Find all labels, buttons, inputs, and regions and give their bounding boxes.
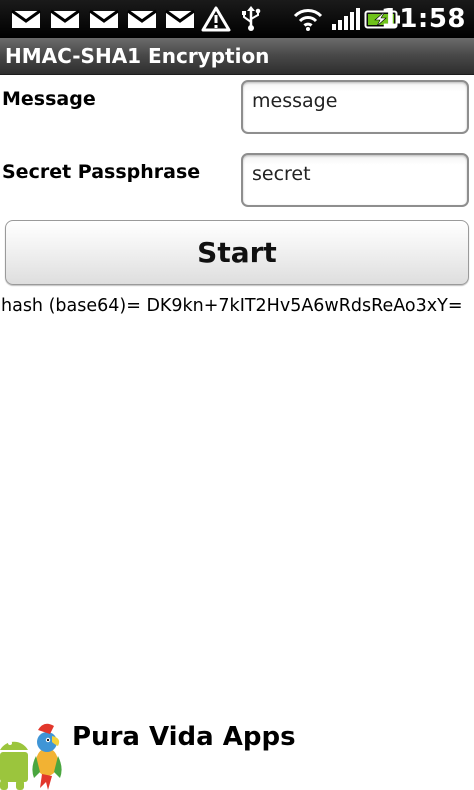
app-title: HMAC-SHA1 Encryption: [5, 44, 270, 68]
wifi-icon: [293, 9, 323, 31]
passphrase-label: Secret Passphrase: [2, 161, 201, 183]
gmail-icon: [165, 9, 195, 28]
gmail-icon: [11, 9, 41, 28]
gmail-icon: [89, 9, 119, 28]
hash-result: hash (base64)= DK9kn+7kIT2Hv5A6wRdsReAo3…: [1, 296, 463, 316]
signal-icon: [332, 8, 360, 30]
gmail-icon: [50, 9, 80, 28]
usb-icon: [242, 6, 261, 31]
message-field[interactable]: [241, 80, 469, 134]
passphrase-field[interactable]: [241, 153, 469, 207]
warning-icon: [201, 6, 231, 32]
brand-name: Pura Vida Apps: [72, 722, 296, 752]
start-button[interactable]: Start: [5, 220, 469, 285]
app-titlebar: HMAC-SHA1 Encryption: [0, 38, 474, 75]
start-button-label: Start: [197, 236, 277, 269]
android-parrot-logo-icon: [0, 723, 62, 790]
passphrase-input[interactable]: [252, 161, 457, 187]
status-clock: 11:58: [380, 4, 466, 34]
message-label: Message: [2, 88, 96, 110]
app-screen: 11:58 HMAC-SHA1 Encryption Message Secre…: [0, 0, 474, 790]
gmail-icon: [127, 9, 157, 28]
message-input[interactable]: [252, 88, 457, 114]
status-bar: 11:58: [0, 0, 474, 38]
